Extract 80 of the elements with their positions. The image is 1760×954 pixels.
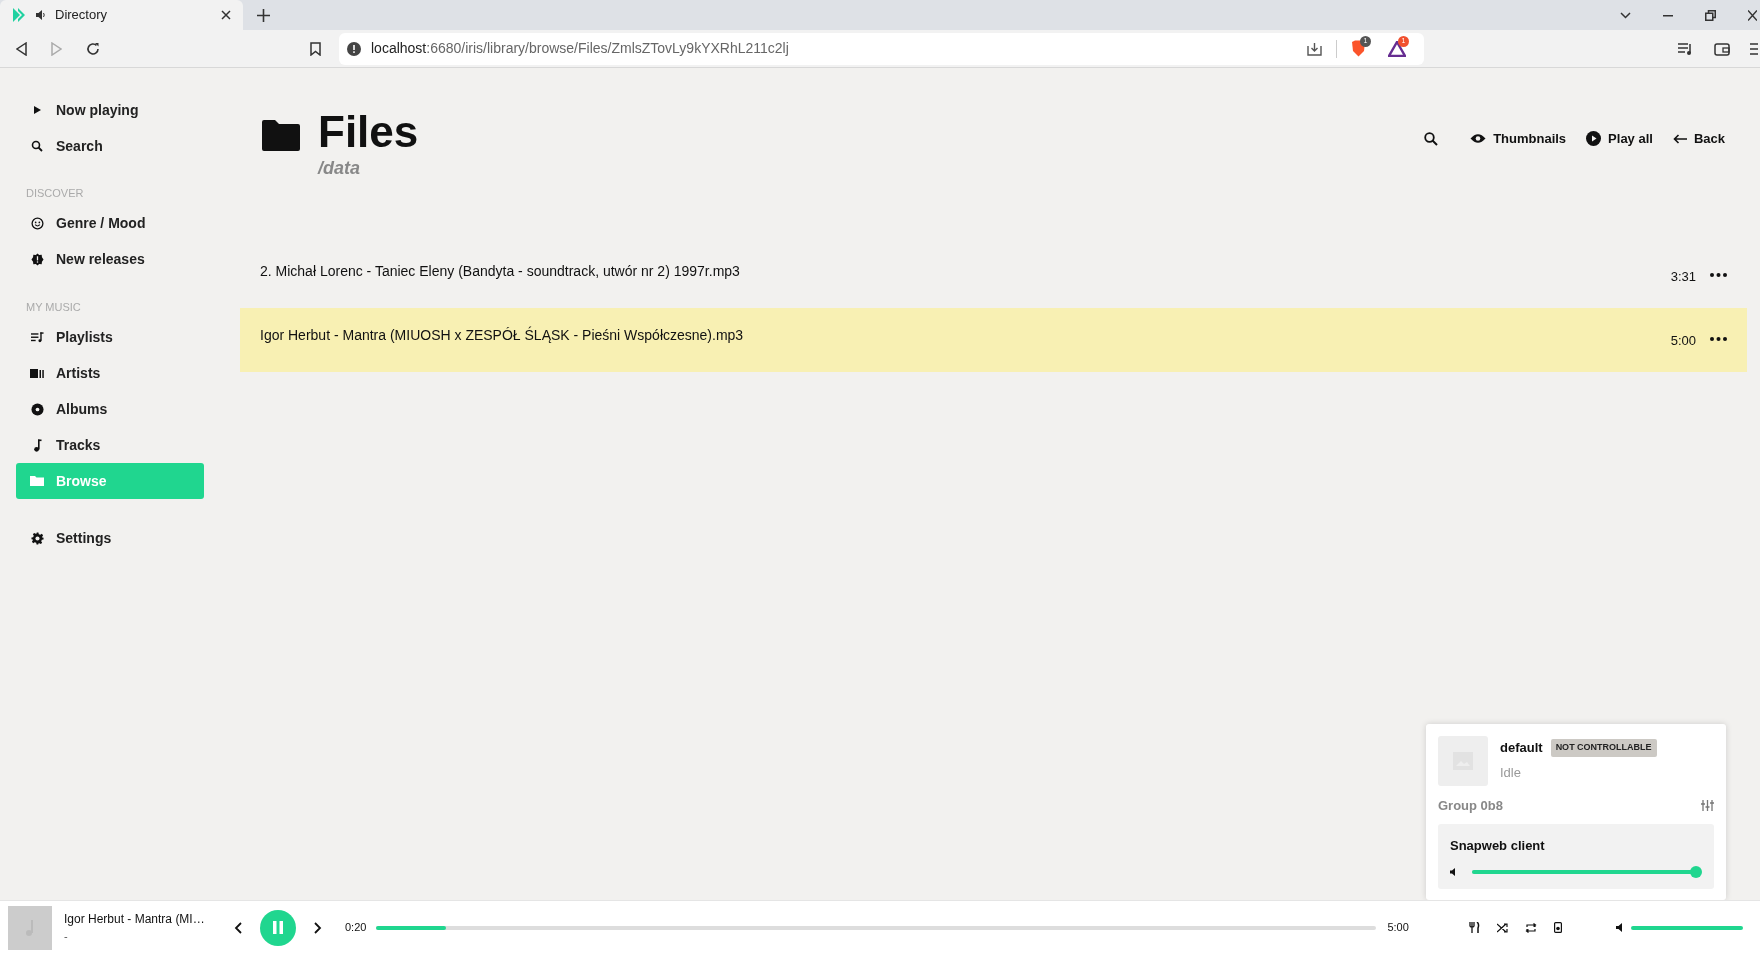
back-icon[interactable] bbox=[16, 41, 27, 56]
track-name: Igor Herbut - Mantra (MIUOSH x ZESPÓŁ ŚLĄSK - Pieśni Współczesne).mp3 bbox=[260, 325, 745, 345]
search-icon bbox=[1424, 131, 1439, 146]
back-button[interactable]: Back bbox=[1672, 129, 1725, 149]
disc-icon bbox=[30, 402, 44, 416]
gear-icon bbox=[30, 531, 44, 545]
track-name: 2. Michał Lorenc - Taniec Eleny (Bandyta - soundtrack, utwór nr 2) 1997r.mp3 bbox=[260, 262, 741, 281]
download-icon[interactable] bbox=[1307, 41, 1322, 56]
playlist-icon bbox=[30, 331, 44, 343]
sidebar-heading: DISCOVER bbox=[25, 186, 85, 201]
track-artist: - bbox=[64, 929, 69, 945]
folder-icon bbox=[30, 475, 44, 487]
sidebar-heading: MY MUSIC bbox=[25, 299, 82, 315]
track-row[interactable]: Igor Herbut - Mantra (MIUOSH x ZESPÓŁ ŚLĄSK - Pieśni Współczesne).mp3 5:00 bbox=[240, 308, 1747, 372]
new-tab-icon[interactable] bbox=[257, 9, 270, 22]
track-title: Igor Herbut - Mantra (MI… bbox=[64, 911, 206, 929]
shuffle-icon[interactable] bbox=[1496, 922, 1508, 933]
menu-icon[interactable] bbox=[1750, 42, 1758, 55]
sidebar-item[interactable]: Search bbox=[16, 128, 204, 164]
browser-tab[interactable]: Directory bbox=[0, 0, 243, 30]
next-icon[interactable] bbox=[314, 921, 322, 934]
sidebar-item[interactable]: New releases bbox=[16, 241, 204, 278]
more-icon[interactable] bbox=[1710, 273, 1727, 277]
player-status: Idle bbox=[1500, 763, 1522, 782]
player-name: default bbox=[1500, 739, 1543, 757]
search-icon bbox=[31, 140, 43, 152]
duration-time: 5:00 bbox=[1387, 920, 1409, 936]
sidebar-item[interactable]: Albums bbox=[16, 391, 204, 427]
play-all-button[interactable]: Play all bbox=[1586, 129, 1653, 149]
folder-icon bbox=[262, 120, 300, 151]
exclamation-badge-icon bbox=[30, 253, 44, 266]
track-duration: 3:31 bbox=[1670, 268, 1696, 286]
sidebar-item[interactable]: Tracks bbox=[16, 427, 204, 463]
chevron-down-icon[interactable] bbox=[1620, 12, 1631, 19]
thumbnails-button[interactable]: Thumbnails bbox=[1470, 129, 1567, 149]
volume-icon bbox=[1450, 868, 1456, 876]
sidebar-item[interactable]: Playlists bbox=[16, 319, 204, 355]
play-circle-icon bbox=[1586, 131, 1602, 147]
speaker-device-icon[interactable] bbox=[1553, 922, 1562, 933]
group-name: Group 0b8 bbox=[1438, 797, 1503, 815]
bookmark-icon[interactable] bbox=[310, 41, 321, 56]
reload-icon[interactable] bbox=[86, 41, 100, 56]
minimize-icon[interactable] bbox=[1663, 14, 1673, 17]
volume-icon[interactable] bbox=[1615, 923, 1623, 932]
close-icon[interactable] bbox=[221, 10, 231, 20]
triangle-icon[interactable] bbox=[1388, 40, 1406, 57]
play-icon bbox=[32, 105, 42, 115]
speaker-icon bbox=[36, 10, 47, 20]
playlist-icon[interactable] bbox=[1678, 41, 1694, 56]
previous-icon[interactable] bbox=[234, 921, 242, 934]
sliders-icon[interactable] bbox=[1701, 800, 1714, 812]
sidebar-item[interactable]: Genre / Mood bbox=[16, 205, 204, 242]
repeat-icon[interactable] bbox=[1524, 922, 1537, 933]
fork-knife-icon[interactable] bbox=[1468, 922, 1480, 933]
elapsed-time: 0:20 bbox=[345, 920, 367, 936]
client-name: Snapweb client bbox=[1450, 836, 1546, 855]
music-note-icon bbox=[32, 438, 42, 452]
status-badge: NOT CONTROLLABLE bbox=[1550, 739, 1657, 757]
id-card-icon bbox=[30, 367, 44, 379]
track-row[interactable]: 2. Michał Lorenc - Taniec Eleny (Bandyta - soundtrack, utwór nr 2) 1997r.mp3 3:31 bbox=[240, 244, 1747, 308]
smiley-icon bbox=[30, 217, 44, 230]
pause-icon bbox=[273, 921, 283, 934]
more-icon[interactable] bbox=[1710, 337, 1727, 341]
app-logo-icon bbox=[12, 7, 28, 23]
sidebar-item[interactable]: Settings bbox=[16, 520, 204, 556]
arrow-left-icon bbox=[1672, 133, 1687, 144]
page-title: Files bbox=[318, 106, 419, 158]
sidebar-item[interactable]: Now playing bbox=[16, 92, 204, 128]
info-icon bbox=[347, 41, 361, 56]
wallet-icon[interactable] bbox=[1714, 41, 1730, 56]
url-text: localhost:6680/iris/library/browse/Files/ZmlsZTovLy9kYXRhL211c2lj bbox=[371, 39, 790, 58]
track-duration: 5:00 bbox=[1670, 332, 1696, 350]
tab-title: Directory bbox=[55, 6, 108, 25]
page-subtitle: /data bbox=[318, 158, 361, 178]
close-window-icon[interactable] bbox=[1748, 10, 1757, 21]
sidebar-item[interactable]: Artists bbox=[16, 355, 204, 391]
eye-icon bbox=[1470, 133, 1487, 145]
search-button[interactable] bbox=[1424, 131, 1439, 146]
slider-thumb[interactable] bbox=[1690, 866, 1702, 878]
restore-icon[interactable] bbox=[1705, 10, 1716, 21]
